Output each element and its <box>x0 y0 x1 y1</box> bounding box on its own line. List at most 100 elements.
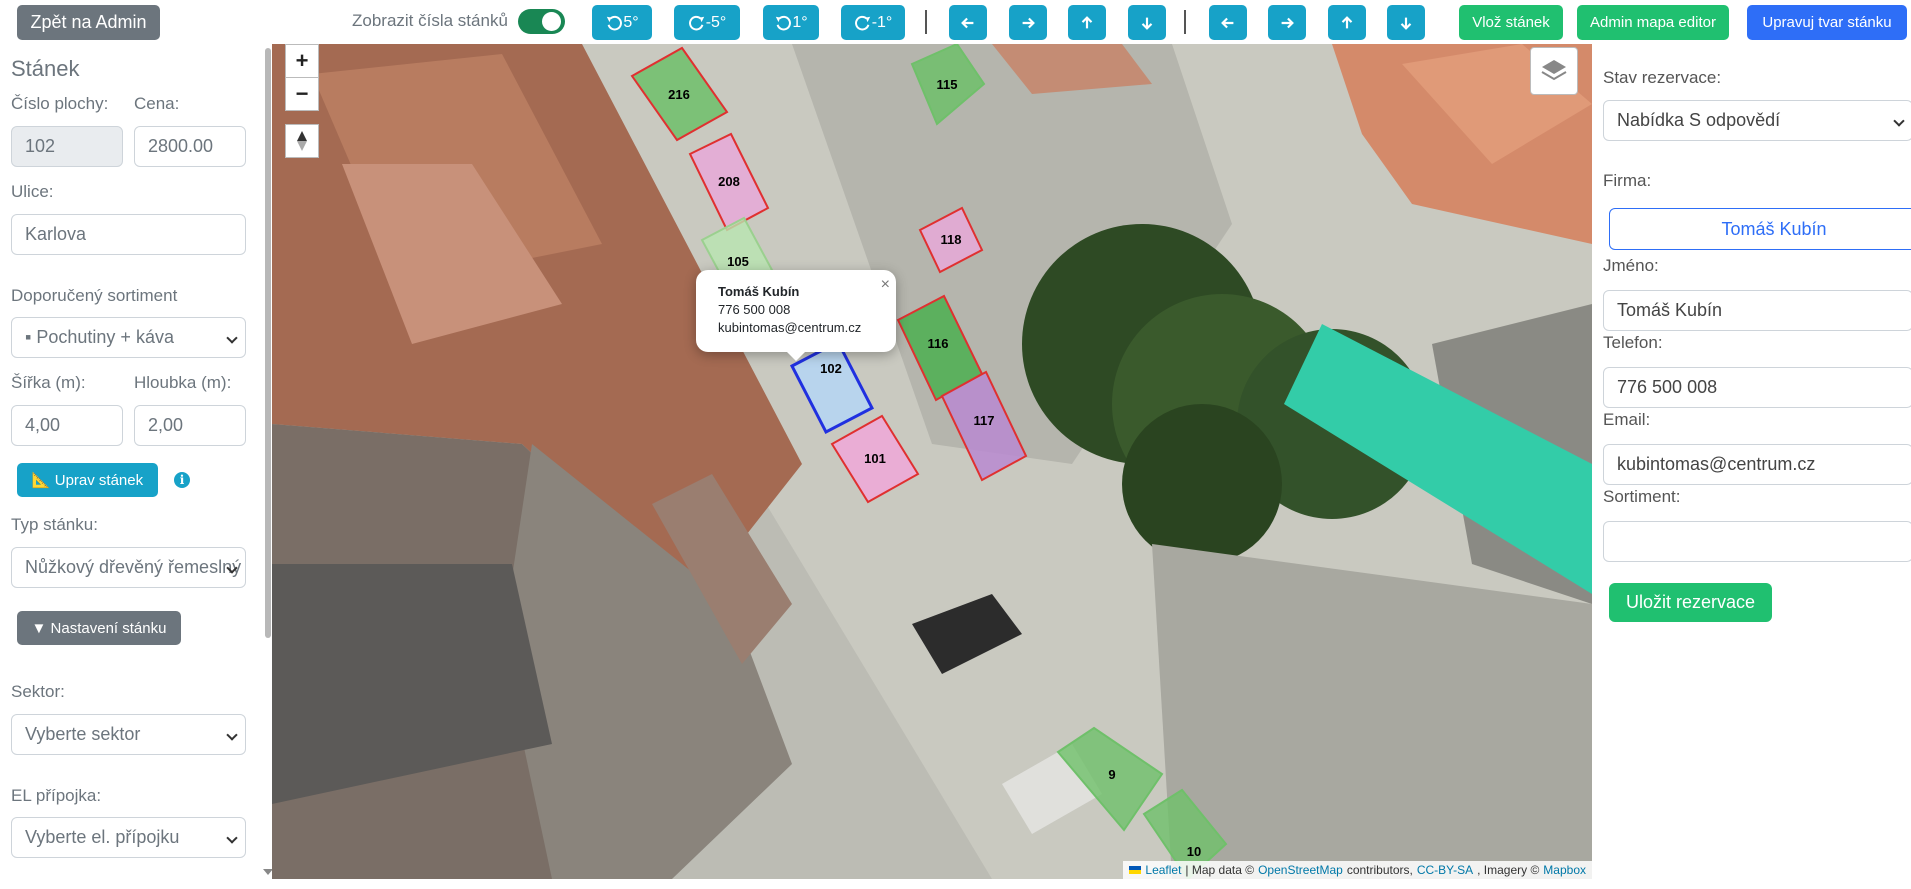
email-input[interactable]: kubintomas@centrum.cz <box>1603 444 1911 485</box>
admin-map-editor-button[interactable]: Admin mapa editor <box>1577 5 1729 40</box>
stall-label: 118 <box>941 232 962 247</box>
shape-down-button[interactable] <box>1387 5 1425 40</box>
rotate-label: -5° <box>705 13 727 31</box>
osm-link[interactable]: OpenStreetMap <box>1258 863 1343 877</box>
rotate-ccw-5-button[interactable]: 5° <box>592 5 652 40</box>
popup-close-button[interactable]: × <box>881 276 890 294</box>
stall-label: 115 <box>937 77 958 92</box>
map-data-text: | Map data © <box>1185 863 1255 877</box>
street-input[interactable]: Karlova <box>11 214 246 255</box>
imagery-text: , Imagery © <box>1477 863 1540 877</box>
stall-type-select[interactable]: Nůžkový dřevěný řemeslný <box>11 547 246 588</box>
sortiment-input[interactable] <box>1603 521 1911 562</box>
arrow-left-icon <box>961 17 974 28</box>
status-select[interactable]: Nabídka S odpovědí <box>1603 100 1911 141</box>
arrow-right-icon <box>1281 17 1294 28</box>
save-reservation-button[interactable]: Uložit rezervace <box>1609 583 1772 622</box>
rotate-ccw-1-button[interactable]: 1° <box>763 5 819 40</box>
rotate-cw-icon <box>688 15 704 30</box>
popup-phone: 776 500 008 <box>718 302 791 317</box>
stall-label: 208 <box>718 174 740 189</box>
width-input[interactable]: 4,00 <box>11 405 123 446</box>
insert-stall-button[interactable]: Vlož stánek <box>1459 5 1563 40</box>
status-label: Stav rezervace: <box>1603 68 1722 87</box>
width-label: Šířka (m): <box>11 373 86 392</box>
sortiment-label: Sortiment: <box>1603 487 1681 506</box>
price-label: Cena: <box>134 94 180 113</box>
info-icon[interactable]: i <box>174 472 190 488</box>
toolbar-divider <box>1184 10 1186 34</box>
map-attribution: Leaflet | Map data © OpenStreetMap contr… <box>1123 861 1592 879</box>
depth-input[interactable]: 2,00 <box>134 405 246 446</box>
arrow-right-icon <box>1022 17 1035 28</box>
assortment-select[interactable]: ▪ Pochutiny + káva <box>11 317 246 358</box>
phone-input[interactable]: 776 500 008 <box>1603 367 1911 408</box>
el-connection-select[interactable]: Vyberte el. přípojku <box>11 817 246 858</box>
license-link[interactable]: CC-BY-SA <box>1417 863 1473 877</box>
top-toolbar: Zpět na Admin Zobrazit čísla stánků 5° -… <box>0 0 1911 44</box>
edit-stall-button[interactable]: 📐 Uprav stánek <box>17 463 158 497</box>
reservation-panel: Stav rezervace: Nabídka S odpovědí Firma… <box>1592 44 1911 879</box>
arrow-up-icon <box>1081 15 1093 28</box>
depth-label: Hloubka (m): <box>134 373 232 392</box>
email-label: Email: <box>1603 410 1651 429</box>
el-connection-label: EL přípojka: <box>11 786 102 805</box>
rotate-cw-icon <box>854 15 870 30</box>
stall-label: 9 <box>1108 767 1115 782</box>
sector-select[interactable]: Vyberte sektor <box>11 714 246 755</box>
layers-icon <box>1541 60 1567 81</box>
panel-title: Stánek <box>11 56 80 81</box>
stall-label: 216 <box>668 87 690 102</box>
stall-label: 117 <box>974 413 995 428</box>
shape-left-button[interactable] <box>1209 5 1247 40</box>
shape-up-button[interactable] <box>1328 5 1366 40</box>
left-scrollbar[interactable] <box>263 44 272 879</box>
assortment-label: Doporučený sortiment <box>11 286 178 305</box>
price-input[interactable]: 2800.00 <box>134 126 246 167</box>
popup-name: Tomáš Kubín <box>718 284 800 299</box>
back-to-admin-button[interactable]: Zpět na Admin <box>17 5 160 40</box>
stall-label: 101 <box>864 451 886 466</box>
shape-right-button[interactable] <box>1268 5 1306 40</box>
stall-panel: Stánek Číslo plochy: Cena: 102 2800.00 U… <box>0 44 272 879</box>
stall-settings-button[interactable]: ▼ Nastavení stánku <box>17 611 181 645</box>
leaflet-link[interactable]: Leaflet <box>1145 863 1181 877</box>
move-up-button[interactable] <box>1068 5 1106 40</box>
move-down-button[interactable] <box>1128 5 1166 40</box>
rotate-label: 5° <box>623 13 639 31</box>
edit-shape-button[interactable]: Upravuj tvar stánku <box>1747 5 1907 40</box>
arrow-up-icon <box>1341 15 1353 28</box>
zoom-in-button[interactable]: + <box>285 44 319 78</box>
arrow-left-icon <box>1221 17 1234 28</box>
stall-label: 10 <box>1187 844 1201 859</box>
rotate-ccw-icon <box>776 15 792 30</box>
rotate-ccw-icon <box>607 15 623 30</box>
plot-number-input[interactable]: 102 <box>11 126 123 167</box>
mapbox-link[interactable]: Mapbox <box>1543 863 1586 877</box>
rotate-cw-5-button[interactable]: -5° <box>674 5 740 40</box>
scroll-down-arrow-icon[interactable] <box>263 869 272 875</box>
contributors-text: contributors, <box>1346 863 1413 877</box>
phone-label: Telefon: <box>1603 333 1663 352</box>
arrow-down-icon <box>1141 17 1153 30</box>
firm-button[interactable]: Tomáš Kubín <box>1609 208 1911 250</box>
name-input[interactable]: Tomáš Kubín <box>1603 290 1911 331</box>
aerial-imagery[interactable]: 216 208 115 105 118 116 117 102 101 9 10 <box>272 44 1592 879</box>
move-right-button[interactable] <box>1009 5 1047 40</box>
popup-email: kubintomas@centrum.cz <box>718 320 862 335</box>
street-label: Ulice: <box>11 182 54 201</box>
move-left-button[interactable] <box>949 5 987 40</box>
arrow-down-icon <box>1400 17 1412 30</box>
stall-label: 105 <box>727 254 749 269</box>
stall-popup: Tomáš Kubín 776 500 008 kubintomas@centr… <box>696 270 896 361</box>
zoom-out-button[interactable]: − <box>285 77 319 111</box>
layers-button[interactable] <box>1530 47 1578 95</box>
stall-label: 102 <box>820 361 842 376</box>
show-stall-numbers-toggle[interactable] <box>518 9 565 34</box>
rotate-cw-1-button[interactable]: -1° <box>841 5 905 40</box>
rotate-label: 1° <box>792 13 808 31</box>
compass-icon[interactable] <box>285 124 319 158</box>
map-view[interactable]: 216 208 115 105 118 116 117 102 101 9 10… <box>272 44 1592 879</box>
type-label: Typ stánku: <box>11 515 98 534</box>
scrollbar-thumb[interactable] <box>265 48 271 638</box>
